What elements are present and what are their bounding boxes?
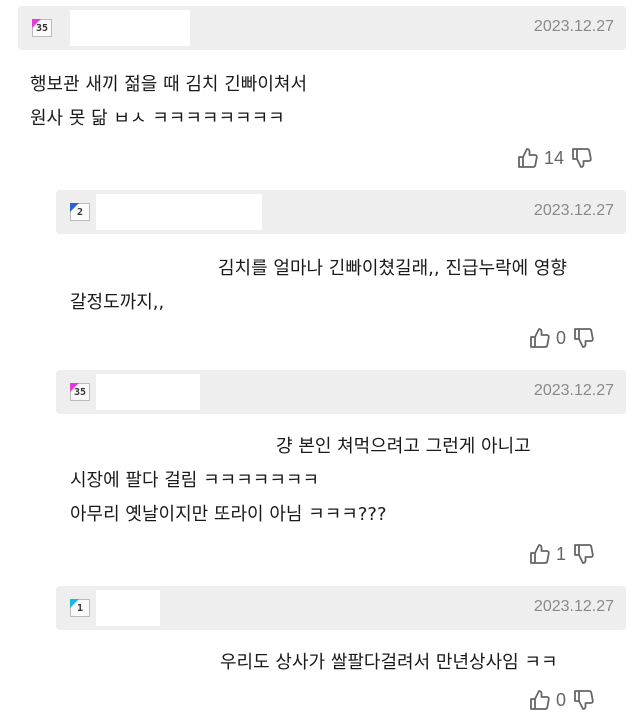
thumbs-up-icon[interactable]: [528, 688, 552, 712]
thumbs-down-icon[interactable]: [572, 326, 596, 350]
comment-actions: 0: [528, 324, 596, 352]
like-count: 1: [556, 543, 567, 564]
user-level-badge: 35: [70, 383, 90, 401]
comment-text-line: 원사 못 닮 ㅂㅅ ㅋㅋㅋㅋㅋㅋㅋㅋ: [30, 108, 285, 129]
thumbs-down-icon[interactable]: [572, 688, 596, 712]
comment-text-line: 아무리 옛날이지만 또라이 아님 ㅋㅋㅋ???: [70, 504, 387, 525]
comment-actions: 0: [528, 686, 596, 714]
comment-text-line: 행보관 새끼 젊을 때 김치 긴빠이쳐서: [30, 74, 308, 95]
comment-header: 35 2023.12.27: [18, 6, 626, 50]
comment-actions: 1: [528, 540, 596, 568]
thumbs-up-icon[interactable]: [528, 326, 552, 350]
like-count: 0: [556, 689, 567, 710]
user-level-badge: 35: [32, 19, 52, 37]
username-redacted[interactable]: [96, 374, 200, 410]
comment-date: 2023.12.27: [533, 202, 614, 219]
thumbs-up-icon[interactable]: [528, 542, 552, 566]
thumbs-down-icon[interactable]: [572, 542, 596, 566]
comment-header: 2 2023.12.27: [56, 190, 626, 234]
thumbs-up-icon[interactable]: [516, 146, 540, 170]
like-count: 0: [556, 327, 567, 348]
comment-date: 2023.12.27: [533, 598, 614, 615]
username-redacted[interactable]: [96, 194, 262, 230]
like-count: 14: [544, 147, 565, 168]
comment-header: 1 2023.12.27: [56, 586, 626, 630]
user-level-badge: 2: [70, 203, 90, 221]
comment-header: 35 2023.12.27: [56, 370, 626, 414]
comment-text-line: 걍 본인 쳐먹으려고 그런게 아니고: [276, 436, 531, 457]
comment-text-line: 우리도 상사가 쌀팔다걸려서 만년상사임 ㅋㅋ: [220, 652, 558, 673]
username-redacted[interactable]: [70, 10, 190, 46]
comment-text-line: 갈정도까지,,: [70, 292, 165, 313]
comment-actions: 14: [516, 144, 594, 172]
username-redacted[interactable]: [96, 590, 160, 626]
comment-text-line: 김치를 얼마나 긴빠이쳤길래,, 진급누락에 영향: [218, 258, 567, 279]
thumbs-down-icon[interactable]: [570, 146, 594, 170]
comment-date: 2023.12.27: [533, 382, 614, 399]
user-level-badge: 1: [70, 599, 90, 617]
comment-date: 2023.12.27: [533, 18, 614, 35]
comment-text-line: 시장에 팔다 걸림 ㅋㅋㅋㅋㅋㅋㅋ: [70, 470, 320, 491]
